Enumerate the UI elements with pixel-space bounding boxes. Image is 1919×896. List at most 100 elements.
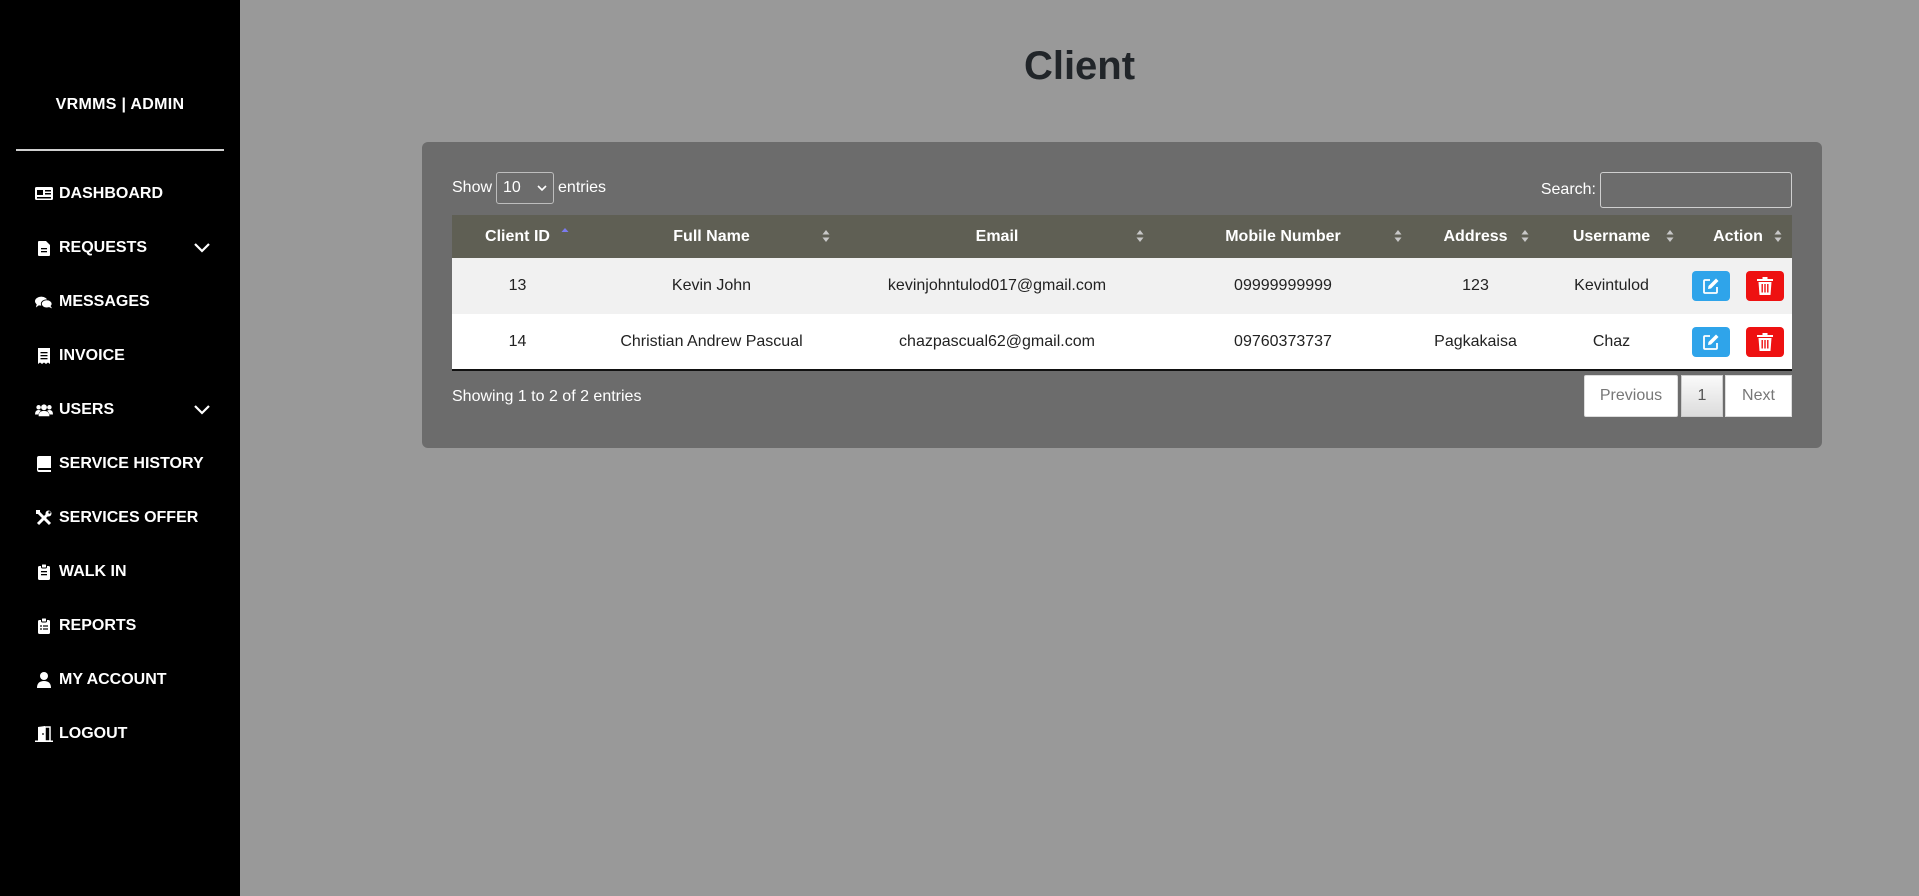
- chevron-down-icon: [537, 179, 547, 197]
- cell-username: Chaz: [1539, 314, 1684, 371]
- search-input[interactable]: [1600, 172, 1792, 208]
- sort-icon: [1136, 229, 1144, 248]
- table-info: Showing 1 to 2 of 2 entries: [452, 388, 642, 405]
- column-header-mobile-number[interactable]: Mobile Number: [1154, 215, 1412, 258]
- edit-button[interactable]: [1691, 271, 1730, 301]
- sidebar-item-label: REPORTS: [59, 617, 137, 634]
- column-header-email[interactable]: Email: [840, 215, 1154, 258]
- sidebar-item-label: WALK IN: [59, 563, 127, 580]
- sidebar-item-label: REQUESTS: [59, 239, 148, 256]
- client-table-panel: Show 10 entries Search: Client ID Full N…: [422, 142, 1822, 448]
- column-header-label: Address: [1443, 227, 1508, 245]
- cell-full-name: Christian Andrew Pascual: [583, 314, 840, 371]
- column-header-action[interactable]: Action: [1684, 215, 1792, 258]
- table-row: 13 Kevin John kevinjohntulod017@gmail.co…: [452, 258, 1792, 314]
- search-label: Search:: [1540, 181, 1596, 198]
- show-label: Show: [452, 179, 493, 196]
- file-icon: [35, 240, 53, 256]
- sidebar-item-label: MESSAGES: [59, 293, 150, 310]
- cell-username: Kevintulod: [1574, 277, 1649, 294]
- door-icon: [35, 726, 53, 742]
- users-icon: [35, 402, 53, 418]
- cell-address: 123: [1462, 277, 1489, 294]
- user-icon: [35, 672, 53, 688]
- sort-icon: [1521, 229, 1529, 248]
- sidebar-item-label: INVOICE: [59, 347, 125, 364]
- brand-title: VRMMS | ADMIN: [55, 96, 185, 113]
- cell-client-id: 13: [508, 277, 527, 294]
- sidebar-item-services-offer[interactable]: SERVICES OFFER: [35, 503, 210, 533]
- entries-select-value: 10: [503, 179, 521, 196]
- tools-icon: [35, 510, 53, 526]
- cell-action: [1684, 258, 1792, 314]
- sidebar-item-label: LOGOUT: [59, 725, 128, 742]
- sidebar-item-logout[interactable]: LOGOUT: [35, 719, 210, 749]
- cell-email: kevinjohntulod017@gmail.com: [887, 277, 1107, 294]
- pagination: Previous 1 Next: [1584, 375, 1792, 417]
- sort-icon: [1666, 229, 1674, 248]
- sidebar-item-label: DASHBOARD: [59, 185, 163, 202]
- sort-ascending-icon: [561, 227, 569, 246]
- delete-button[interactable]: [1746, 271, 1785, 301]
- page-1-button[interactable]: 1: [1681, 375, 1723, 417]
- dashboard-icon: [35, 186, 53, 202]
- sidebar-item-invoice[interactable]: INVOICE: [35, 341, 210, 371]
- sidebar-item-label: USERS: [59, 401, 115, 418]
- comments-icon: [35, 294, 53, 310]
- sidebar-item-messages[interactable]: MESSAGES: [35, 287, 210, 317]
- cell-action: [1684, 314, 1792, 371]
- edit-icon: [1702, 278, 1719, 294]
- next-page-button[interactable]: Next: [1725, 375, 1792, 417]
- sort-icon: [822, 229, 830, 248]
- sidebar-item-reports[interactable]: REPORTS: [35, 611, 210, 641]
- column-header-label: Action: [1713, 227, 1763, 245]
- search-control: Search:: [1541, 172, 1792, 208]
- trash-icon: [1757, 277, 1774, 295]
- column-header-label: Email: [975, 227, 1019, 245]
- cell-full-name: Kevin John: [671, 277, 752, 294]
- sidebar-item-dashboard[interactable]: DASHBOARD: [35, 179, 210, 209]
- column-header-label: Full Name: [673, 227, 750, 245]
- sidebar-item-label: MY ACCOUNT: [59, 671, 167, 688]
- column-header-label: Username: [1572, 227, 1651, 245]
- column-header-client-id[interactable]: Client ID: [452, 215, 583, 258]
- book-icon: [35, 456, 53, 472]
- clipboard-list-icon: [35, 618, 53, 634]
- chevron-down-icon[interactable]: [194, 402, 210, 420]
- chevron-down-icon[interactable]: [194, 240, 210, 258]
- table-row: 14 Christian Andrew Pascual chazpascual6…: [452, 314, 1792, 371]
- delete-button[interactable]: [1746, 326, 1785, 357]
- cell-mobile-number: 09760373737: [1154, 314, 1412, 371]
- column-header-full-name[interactable]: Full Name: [583, 215, 840, 258]
- entries-label: entries: [558, 179, 607, 196]
- entries-length-control: Show 10 entries: [452, 172, 606, 204]
- brand-divider: [16, 149, 224, 151]
- column-header-address[interactable]: Address: [1412, 215, 1539, 258]
- trash-icon: [1757, 332, 1774, 351]
- column-header-label: Client ID: [485, 227, 550, 245]
- edit-icon: [1702, 334, 1719, 350]
- edit-button[interactable]: [1691, 326, 1730, 357]
- table-header-row: Client ID Full Name Email Mobile Number: [452, 215, 1792, 258]
- cell-mobile-number: 09999999999: [1234, 277, 1332, 294]
- sort-icon: [1394, 229, 1402, 248]
- column-header-username[interactable]: Username: [1539, 215, 1684, 258]
- column-header-label: Mobile Number: [1225, 227, 1341, 245]
- sort-icon: [1774, 229, 1782, 248]
- sidebar-item-my-account[interactable]: MY ACCOUNT: [35, 665, 210, 695]
- receipt-icon: [35, 348, 53, 364]
- page-title: Client: [1023, 44, 1136, 88]
- sidebar-item-users[interactable]: USERS: [35, 395, 210, 425]
- sidebar-item-requests[interactable]: REQUESTS: [35, 233, 210, 263]
- sidebar-item-walk-in[interactable]: WALK IN: [35, 557, 210, 587]
- client-table: Client ID Full Name Email Mobile Number: [452, 215, 1792, 371]
- previous-page-button[interactable]: Previous: [1584, 375, 1678, 417]
- sidebar: VRMMS | ADMIN DASHBOARD REQUESTS MESSAGE…: [0, 0, 240, 896]
- sidebar-item-service-history[interactable]: SERVICE HISTORY: [35, 449, 210, 479]
- cell-address: Pagkakaisa: [1412, 314, 1539, 371]
- cell-client-id: 14: [452, 314, 583, 371]
- sidebar-item-label: SERVICES OFFER: [59, 509, 199, 526]
- sidebar-item-label: SERVICE HISTORY: [59, 455, 204, 472]
- entries-select[interactable]: 10: [496, 172, 555, 204]
- clipboard-icon: [35, 564, 53, 580]
